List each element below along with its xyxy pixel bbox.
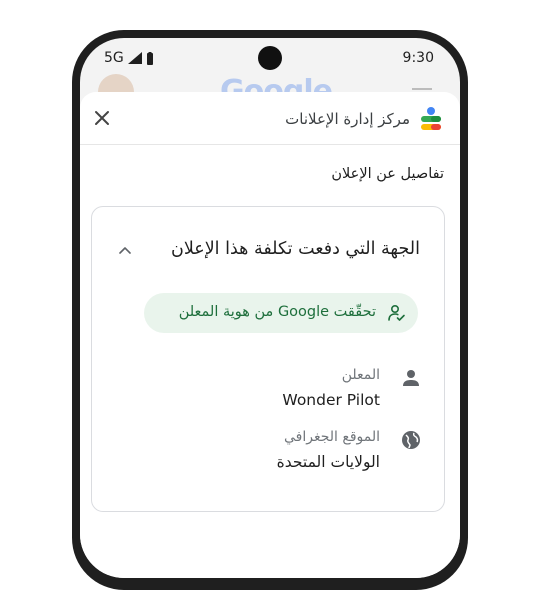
verified-chip: تحقّقت Google من هوية المعلن <box>144 293 418 333</box>
close-icon[interactable] <box>92 108 112 128</box>
person-icon <box>403 370 419 386</box>
verified-user-icon <box>388 304 405 321</box>
battery-icon <box>146 51 153 65</box>
status-bar: 5G 9:30 <box>80 38 460 78</box>
ads-center-logo-icon <box>421 107 441 130</box>
advertiser-row: المعلن Wonder Pilot <box>122 365 422 417</box>
globe-icon <box>402 431 420 449</box>
section-title: تفاصيل عن الإعلان <box>331 166 444 182</box>
front-camera <box>258 46 282 70</box>
card-header[interactable]: الجهة التي دفعت تكلفة هذا الإعلان <box>92 229 444 269</box>
advertiser-value: Wonder Pilot <box>282 391 380 409</box>
chevron-up-icon[interactable] <box>118 243 132 257</box>
clock: 9:30 <box>402 50 434 66</box>
sheet-header: مركز إدارة الإعلانات <box>80 92 460 145</box>
location-row: الموقع الجغرافي الولايات المتحدة <box>122 427 422 479</box>
verified-text: تحقّقت Google من هوية المعلن <box>178 304 376 320</box>
advertiser-label: المعلن <box>341 367 380 383</box>
phone-screen: 5G 9:30 Google مركز إدارة الإعلا <box>80 38 460 578</box>
status-left: 5G <box>104 50 154 66</box>
app-title: مركز إدارة الإعلانات <box>285 110 410 128</box>
advertiser-card: الجهة التي دفعت تكلفة هذا الإعلان تحقّقت… <box>91 206 445 512</box>
card-title: الجهة التي دفعت تكلفة هذا الإعلان <box>170 239 420 259</box>
network-label: 5G <box>104 50 124 66</box>
brand: مركز إدارة الإعلانات <box>285 106 444 132</box>
location-value: الولايات المتحدة <box>276 453 380 471</box>
signal-icon <box>127 52 142 64</box>
ad-center-sheet: مركز إدارة الإعلانات تفاصيل عن الإعلان ا… <box>80 92 460 578</box>
location-label: الموقع الجغرافي <box>284 429 380 445</box>
